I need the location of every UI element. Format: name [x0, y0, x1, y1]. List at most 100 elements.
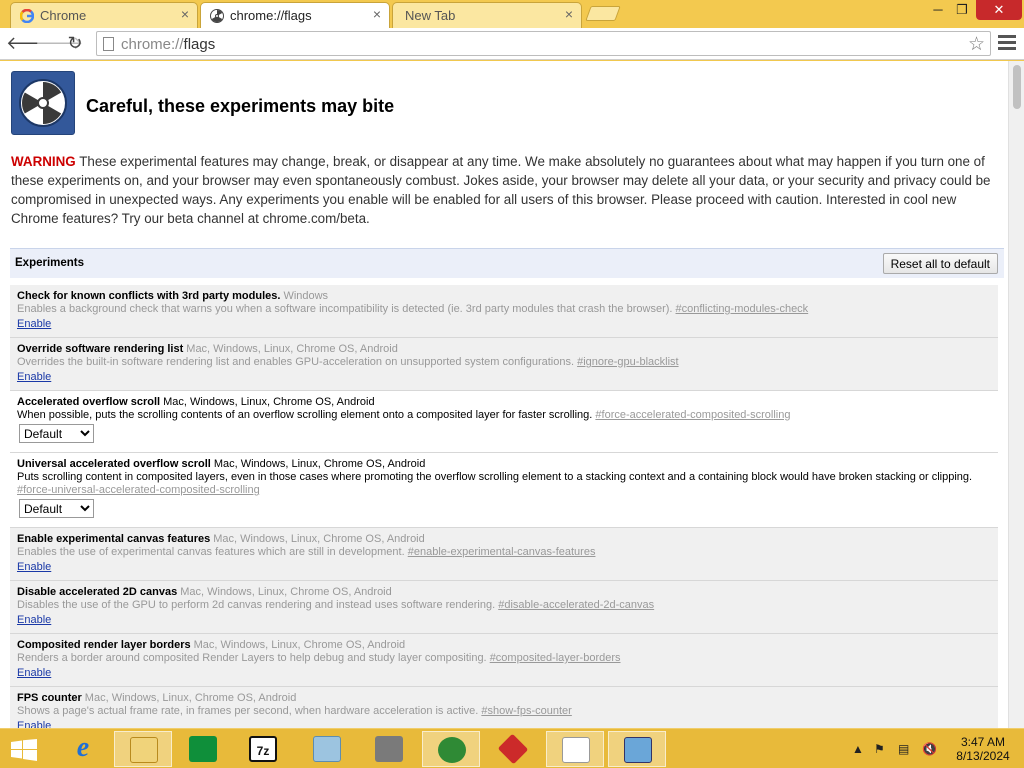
experiment-anchor-link[interactable]: #disable-accelerated-2d-canvas [498, 599, 654, 611]
experiment-anchor-link[interactable]: #enable-experimental-canvas-features [408, 546, 596, 558]
address-bar[interactable]: chrome://flags ☆ [96, 31, 991, 56]
experiment-description: Renders a border around composited Rende… [17, 652, 621, 664]
experiment-anchor-link[interactable]: #force-universal-accelerated-composited-… [17, 484, 260, 496]
experiment-platforms: Windows [283, 290, 329, 302]
action-center-flag-icon[interactable]: ⚑ [874, 742, 885, 756]
experiment-anchor-link[interactable]: #ignore-gpu-blacklist [577, 356, 679, 368]
enable-link[interactable]: Enable [17, 371, 51, 384]
experiment-anchor-link[interactable]: #show-fps-counter [481, 705, 572, 717]
page-icon [103, 37, 114, 51]
taskbar-item[interactable]: e [54, 731, 112, 767]
experiment-description: Overrides the built-in software renderin… [17, 356, 679, 368]
tab-chrome[interactable]: Chrome × [10, 2, 198, 28]
taskbar: e 7z ▲ ⚑ ▤ 🔇 3:47 AM 8/13/2024 [0, 728, 1024, 768]
close-icon[interactable]: × [565, 6, 573, 22]
network-icon[interactable]: ▤ [898, 742, 909, 756]
start-button-icon [11, 739, 37, 761]
enable-link[interactable]: Enable [17, 667, 51, 680]
volume-muted-icon[interactable]: 🔇 [922, 742, 937, 756]
experiment-name: Disable accelerated 2D canvas Mac, Window… [17, 586, 392, 598]
page-title: Careful, these experiments may bite [86, 96, 395, 116]
experiment-platforms: Mac, Windows, Linux, Chrome OS, Android [84, 692, 297, 704]
chrome-menu-button[interactable] [998, 33, 1016, 53]
enable-link[interactable]: Enable [17, 720, 51, 728]
experiment-row: Universal accelerated overflow scroll Mac… [10, 453, 998, 527]
experiments-header: Experiments Reset all to default [10, 248, 1004, 278]
reload-button[interactable]: ↻ [64, 32, 86, 54]
experiment-anchor-link[interactable]: #composited-layer-borders [490, 652, 621, 664]
experiment-row: Composited render layer borders Mac, Wind… [10, 634, 998, 686]
enable-link[interactable]: Enable [17, 561, 51, 574]
experiment-row: FPS counter Mac, Windows, Linux, Chrome O… [10, 687, 998, 728]
start-button[interactable] [0, 731, 50, 767]
experiment-platforms: Mac, Windows, Linux, Chrome OS, Android [213, 458, 426, 470]
experiment-name: FPS counter Mac, Windows, Linux, Chrome O… [17, 692, 297, 704]
window-close-button[interactable]: ✕ [976, 0, 1022, 20]
experiment-row: Override software rendering list Mac, Win… [10, 338, 998, 390]
experiments-label: Experiments [15, 257, 85, 269]
experiment-platforms: Mac, Windows, Linux, Chrome OS, Android [193, 639, 406, 651]
show-hidden-icons-icon[interactable]: ▲ [852, 742, 864, 756]
experiment-platforms: Mac, Windows, Linux, Chrome OS, Android [186, 343, 398, 355]
bookmark-star-icon[interactable]: ☆ [968, 33, 985, 56]
windows-store-icon [189, 736, 217, 762]
taskbar-item[interactable] [174, 731, 232, 767]
7zip-icon: 7z [249, 736, 277, 762]
enable-link[interactable]: Enable [17, 614, 51, 627]
experiment-name: Override software rendering list Mac, Win… [17, 343, 398, 355]
taskbar-item[interactable] [360, 731, 418, 767]
system-clock[interactable]: 3:47 AM 8/13/2024 [952, 735, 1014, 763]
experiment-description: When possible, puts the scrolling conten… [17, 409, 791, 421]
experiment-anchor-link[interactable]: #conflicting-modules-check [676, 303, 809, 315]
experiment-description: Enables a background check that warns yo… [17, 303, 809, 315]
experiment-platforms: Mac, Windows, Linux, Chrome OS, Android [213, 533, 425, 545]
experiment-name: Accelerated overflow scroll Mac, Windows,… [17, 396, 375, 408]
experiment-name: Composited render layer borders Mac, Wind… [17, 639, 406, 651]
new-tab-button[interactable] [585, 6, 621, 21]
taskbar-item[interactable] [422, 731, 480, 767]
url-text: chrome://flags [121, 36, 216, 53]
flags-logo [11, 71, 75, 135]
vertical-scrollbar[interactable] [1008, 61, 1024, 728]
enable-link[interactable]: Enable [17, 318, 51, 331]
page-content: Careful, these experiments may bite WARN… [0, 61, 1008, 728]
toolbar: 🡐 🡒 ↻ chrome://flags ☆ [0, 28, 1024, 60]
minimize-button[interactable]: ─ [924, 0, 952, 20]
clock-time: 3:47 AM [960, 735, 1006, 749]
archive-tool-icon [375, 736, 403, 762]
clock-date: 8/13/2024 [956, 749, 1010, 763]
close-icon[interactable]: × [373, 6, 381, 22]
taskbar-item[interactable] [114, 731, 172, 767]
experiment-description: Enables the use of experimental canvas f… [17, 546, 596, 558]
document-icon [562, 737, 590, 763]
experiment-name: Enable experimental canvas features Mac, … [17, 533, 425, 545]
taskbar-item[interactable] [484, 731, 542, 767]
tab-label: chrome://flags [230, 8, 312, 23]
tab-label: Chrome [40, 8, 87, 23]
forward-button[interactable]: 🡒 [35, 32, 83, 54]
reset-all-button[interactable]: Reset all to default [882, 253, 998, 274]
experiment-row: Enable experimental canvas features Mac, … [10, 528, 998, 580]
back-button[interactable]: 🡐 [6, 32, 54, 54]
experiment-name: Universal accelerated overflow scroll Mac… [17, 458, 426, 470]
taskbar-item[interactable] [546, 731, 604, 767]
taskbar-item[interactable] [298, 731, 356, 767]
taskbar-item[interactable] [608, 731, 666, 767]
file-explorer-icon [130, 737, 158, 763]
pdf-app-icon [497, 733, 529, 765]
scrollbar-thumb[interactable] [1013, 65, 1021, 109]
tab-flags[interactable]: chrome://flags × [200, 2, 390, 28]
taskbar-item[interactable]: 7z [234, 731, 292, 767]
experiment-anchor-link[interactable]: #force-accelerated-composited-scrolling [595, 409, 790, 421]
notepad-icon [313, 736, 341, 762]
maximize-button[interactable]: ❐ [950, 0, 974, 20]
radiation-icon [210, 9, 224, 23]
warning-label: WARNING [11, 154, 76, 169]
tab-new-tab[interactable]: New Tab × [392, 2, 582, 28]
experiment-select[interactable]: Default [19, 499, 94, 518]
experiment-description: Puts scrolling content in composited lay… [17, 471, 973, 496]
experiment-select[interactable]: Default [19, 424, 94, 443]
close-icon[interactable]: × [181, 6, 189, 22]
experiment-description: Disables the use of the GPU to perform 2… [17, 599, 655, 611]
download-manager-icon [438, 737, 466, 763]
